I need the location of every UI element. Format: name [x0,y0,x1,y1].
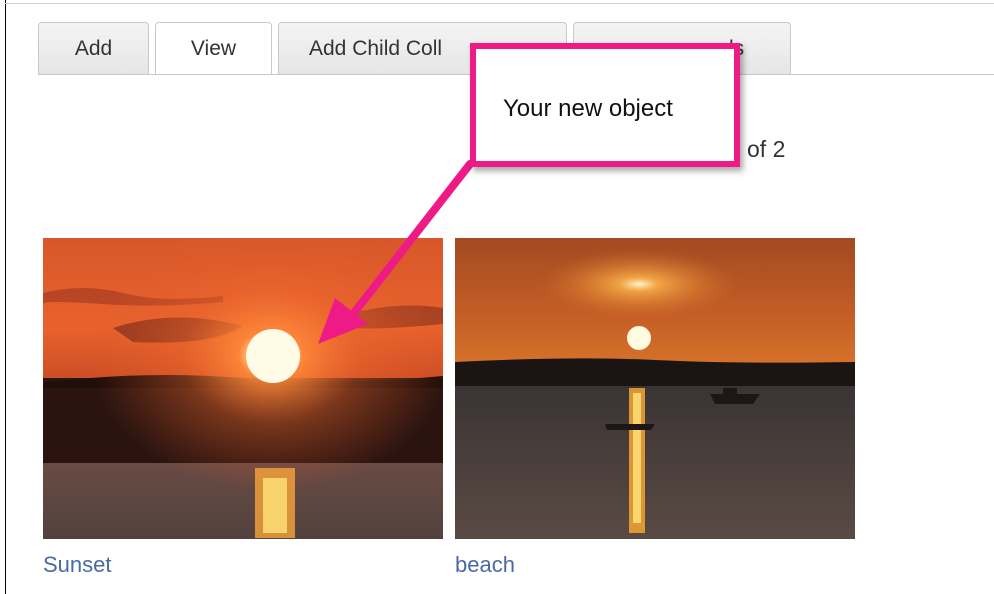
beach-photo [455,238,855,539]
sunset-photo [43,238,443,539]
tab-add-child-collection-label: Add Child Coll [309,36,443,60]
tab-view[interactable]: View [155,22,272,75]
pager-count: of 2 [747,136,786,162]
callout-box: Your new object [470,43,740,167]
sunset-caption-link[interactable]: Sunset [43,552,112,578]
tab-view-label: View [190,37,237,60]
window-frame-top-edge [5,3,994,4]
window-frame-left-edge [5,0,6,594]
beach-thumbnail[interactable] [455,238,855,539]
beach-caption-link[interactable]: beach [455,552,515,578]
sunset-thumbnail[interactable] [43,238,443,539]
callout-text: Your new object [503,95,673,122]
tab-add[interactable]: Add [38,22,149,74]
tab-add-label: Add [74,36,113,60]
